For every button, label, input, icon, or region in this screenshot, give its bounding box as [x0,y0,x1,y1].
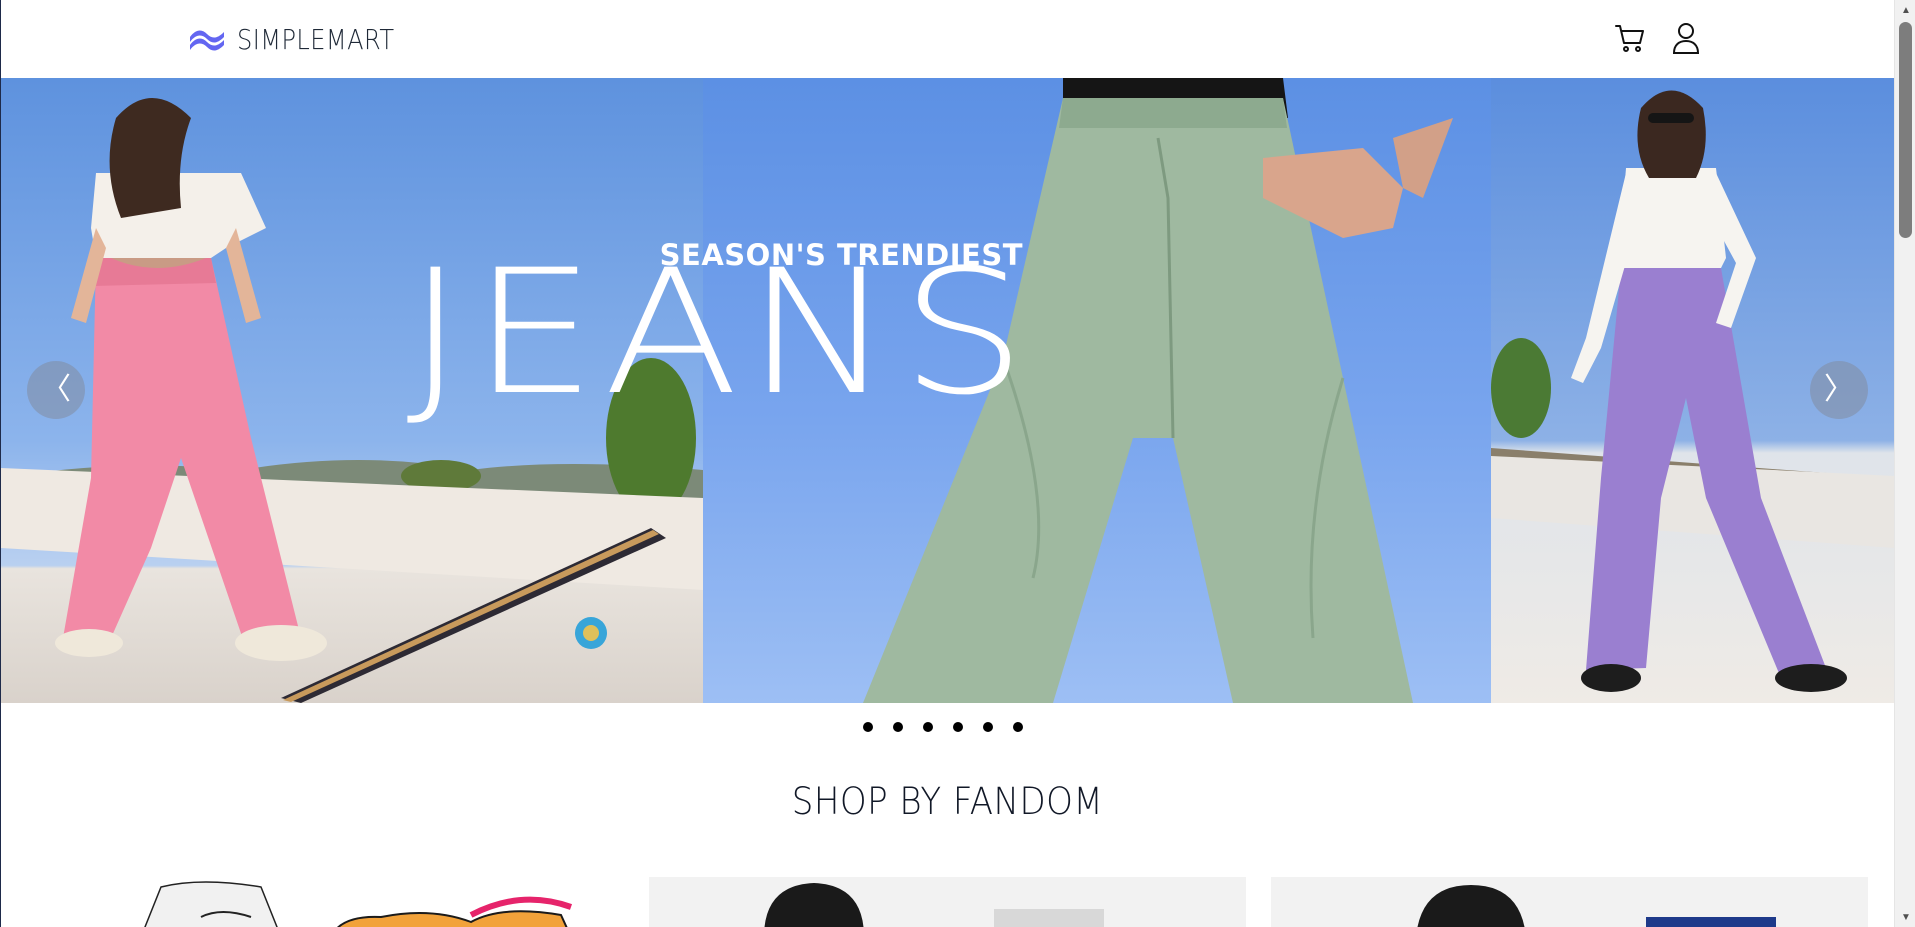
chevron-right-icon: 〉 [1824,372,1854,407]
site-header: SIMPLEMART [1,0,1894,78]
carousel-dot-4[interactable] [953,722,963,732]
scroll-thumb[interactable] [1899,22,1912,238]
chevron-left-icon: 〈 [41,372,71,407]
user-icon [1672,23,1700,54]
carousel-next-button[interactable]: 〉 [1810,361,1868,419]
fandom-card-image [144,881,573,927]
fandom-card-2[interactable] [649,877,1246,927]
model-green-jeans-illustration [863,78,1453,703]
fandom-grid [1,877,1894,927]
carousel-dot-2[interactable] [893,722,903,732]
carousel-prev-button[interactable]: 〈 [27,361,85,419]
hero-carousel: SEASON'S TRENDIEST JEANS 〈 〉 [1,78,1894,703]
cart-button[interactable] [1613,18,1647,58]
hero-slide-image-center [703,78,1491,703]
account-button[interactable] [1669,18,1703,58]
carousel-dot-5[interactable] [983,722,993,732]
header-actions [1613,18,1703,58]
fandom-card-3[interactable] [1271,877,1868,927]
carousel-dot-6[interactable] [1013,722,1023,732]
carousel-indicators [863,722,1023,732]
cart-icon [1615,25,1644,52]
model-pink-jeans-illustration [1,98,703,703]
brand-name: SIMPLEMART [237,22,395,56]
fandom-card-1[interactable] [141,877,601,927]
hero-slide-image-left [1,78,703,703]
section-title: SHOP BY FANDOM [791,780,1104,823]
brand-logo[interactable]: SIMPLEMART [187,20,420,58]
wave-logo-icon [190,30,224,51]
scroll-down-icon[interactable]: ▼ [1900,911,1912,923]
fandom-card-image [1417,885,1776,927]
scroll-up-icon[interactable]: ▲ [1900,4,1912,16]
fandom-card-image [764,883,1104,927]
carousel-dot-1[interactable] [863,722,873,732]
page-scrollbar[interactable]: ▲ ▼ [1894,0,1915,927]
carousel-dot-3[interactable] [923,722,933,732]
